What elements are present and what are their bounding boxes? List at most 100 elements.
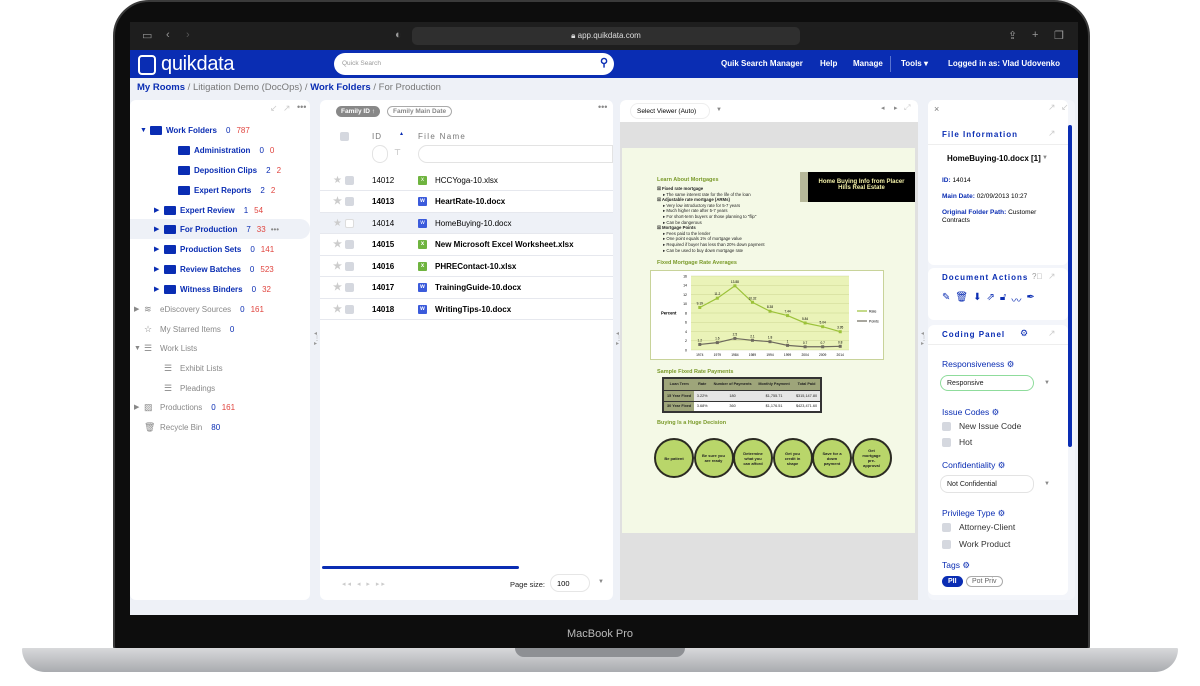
help-icon[interactable]: ?⃝ [1032,272,1042,281]
star-icon[interactable]: ★ [333,304,342,315]
forward-icon[interactable]: › [186,29,190,41]
tag-pot-priv[interactable]: Pot Priv [966,576,1003,587]
nav-help[interactable]: Help [820,59,837,68]
tree-item-work-lists[interactable]: ▼ ☰ Work Lists [130,338,310,358]
file-name[interactable]: New Microsoft Excel Worksheet.xlsx [435,240,574,249]
share-icon[interactable]: ⇗ [986,292,994,307]
collapse-icon[interactable]: ↙ [1061,102,1069,113]
tree-item-expert-reports[interactable]: Expert Reports 2 2 [130,180,310,200]
unlock-icon[interactable]: 🔓︎ [1000,292,1006,307]
tree-item-work-folders[interactable]: ▼ Work Folders 0 787 [130,120,310,140]
file-name[interactable]: HomeBuying-10.docx [435,219,511,228]
chevron-down-icon[interactable]: ▼ [1044,380,1050,386]
nav-tools[interactable]: Tools ▾ [901,59,928,68]
expand-caret-icon[interactable]: ▶ [134,403,144,411]
settings-icon[interactable]: ⚙ [998,508,1006,518]
file-name[interactable]: HeartRate-10.docx [435,197,505,206]
crumb-my-rooms[interactable]: My Rooms [137,82,185,93]
chevron-down-icon[interactable]: ▼ [1042,155,1048,161]
file-row[interactable]: ★ 14017 w TrainingGuide-10.docx [320,278,613,299]
sort-chip-family-id[interactable]: Family ID ↑ [336,106,380,117]
expand-caret-icon[interactable]: ▶ [154,225,164,233]
pagination-controls[interactable]: ◂◂ ◂ ▸ ▸▸ [342,580,387,588]
vertical-scrollbar[interactable] [1068,125,1072,447]
chevron-down-icon[interactable]: ▼ [1044,481,1050,487]
right-splitter-handle[interactable]: ◂ ⋮ ▸ [921,331,927,347]
logo[interactable]: quikdata [138,53,235,76]
issue-new-issue-code[interactable]: New Issue Code [942,421,1021,431]
expand-caret-icon[interactable]: ▶ [154,265,164,273]
search-icon[interactable]: ⚲ [600,56,608,69]
tree-item-exhibit-lists[interactable]: ☰ Exhibit Lists [130,358,310,378]
more-icon[interactable]: ••• [271,225,279,234]
file-row[interactable]: ★ 14018 w WritingTips-10.docx [320,299,613,320]
horizontal-scrollbar[interactable] [322,566,519,569]
settings-icon[interactable]: ⚙ [962,560,970,570]
chevron-down-icon[interactable]: ▼ [598,579,604,585]
file-row[interactable]: ★ 14016 x PHREContact-10.xlsx [320,256,613,277]
popout-icon[interactable]: ↗ [1048,328,1056,339]
tabs-icon[interactable]: ❐ [1054,29,1064,42]
expand-caret-icon[interactable]: ▶ [154,206,164,214]
star-icon[interactable]: ★ [333,239,342,250]
tree-item-productions[interactable]: ▶ ▨ Productions 0 161 [130,397,310,417]
row-checkbox[interactable] [344,304,354,314]
tree-item-production-sets[interactable]: ▶ Production Sets 0 141 [130,239,310,259]
issue-hot[interactable]: Hot [942,437,972,447]
star-icon[interactable]: ★ [333,282,342,293]
url-bar[interactable]: 🔒︎ app.quikdata.com [412,27,800,45]
highlighter-icon[interactable]: ✒ [1026,292,1034,307]
page-size-select[interactable]: 100 [550,574,590,592]
file-row[interactable]: ★ 14012 x HCCYoga-10.xlsx [320,170,613,191]
prev-page-icon[interactable]: ◂ [881,104,885,112]
popout-icon[interactable]: ↗ [1048,271,1056,282]
nav-manage[interactable]: Manage [853,59,883,68]
responsiveness-select[interactable]: Responsive [940,375,1034,391]
confidentiality-select[interactable]: Not Confidential [940,475,1034,493]
checkbox[interactable] [942,539,951,549]
tree-item-my-starred-items[interactable]: ☆ My Starred Items 0 [130,319,310,339]
popout-icon[interactable]: ↗ [1048,128,1056,139]
file-row[interactable]: ★ 14013 w HeartRate-10.docx [320,192,613,213]
new-tab-icon[interactable]: + [1032,29,1038,41]
expand-caret-icon[interactable]: ▶ [154,245,164,253]
file-name[interactable]: HCCYoga-10.xlsx [435,176,498,185]
star-icon[interactable]: ★ [333,218,342,229]
col-header-id[interactable]: ID [372,132,382,141]
sidebar-toggle-icon[interactable]: ▭ [142,29,152,42]
expand-caret-icon[interactable]: ▼ [134,345,144,352]
row-checkbox[interactable] [344,283,354,292]
chevron-down-icon[interactable]: ▼ [716,107,722,113]
tree-item-expert-review[interactable]: ▶ Expert Review 1 54 [130,200,310,220]
share-icon[interactable]: ⇪ [1008,29,1017,42]
close-icon[interactable]: × [934,104,939,114]
checkbox[interactable] [942,522,951,532]
col-header-file-name[interactable]: File Name [418,132,466,141]
crumb-room[interactable]: Litigation Demo (DocOps) [193,82,302,93]
file-name[interactable]: WritingTips-10.docx [435,305,511,314]
file-name[interactable]: TrainingGuide-10.docx [435,283,521,292]
star-icon[interactable]: ★ [333,196,342,207]
checkbox[interactable] [942,437,951,447]
shield-icon[interactable]: ◐ [395,29,402,41]
row-checkbox[interactable] [344,218,354,228]
logged-in-user[interactable]: Logged in as: Vlad Udovenko [948,59,1060,68]
viewer-select[interactable]: Select Viewer (Auto) [630,103,710,119]
expand-caret-icon[interactable]: ▶ [134,305,144,313]
star-icon[interactable]: ★ [333,175,342,186]
file-name-filter-input[interactable] [418,145,613,163]
expand-icon[interactable]: ↗ [283,103,291,114]
row-checkbox[interactable] [344,261,354,271]
tree-item-deposition-clips[interactable]: Deposition Clips 2 2 [130,160,310,180]
tree-item-review-batches[interactable]: ▶ Review Batches 0 523 [130,259,310,279]
tree-item-for-production[interactable]: ▶ For Production 7 33 ••• [130,219,310,239]
file-row[interactable]: ★ 14015 x New Microsoft Excel Worksheet.xls… [320,235,613,256]
fullscreen-icon[interactable]: ⤢ [904,103,910,113]
tree-item-witness-binders[interactable]: ▶ Witness Binders 0 32 [130,279,310,299]
back-icon[interactable]: ‹ [166,29,170,41]
sort-asc-icon[interactable]: ▴ [400,130,403,137]
row-checkbox[interactable] [344,175,354,185]
settings-icon[interactable]: ⚙ [998,460,1006,470]
tree-item-pleadings[interactable]: ☰ Pleadings [130,378,310,398]
id-filter-input[interactable] [372,145,388,163]
